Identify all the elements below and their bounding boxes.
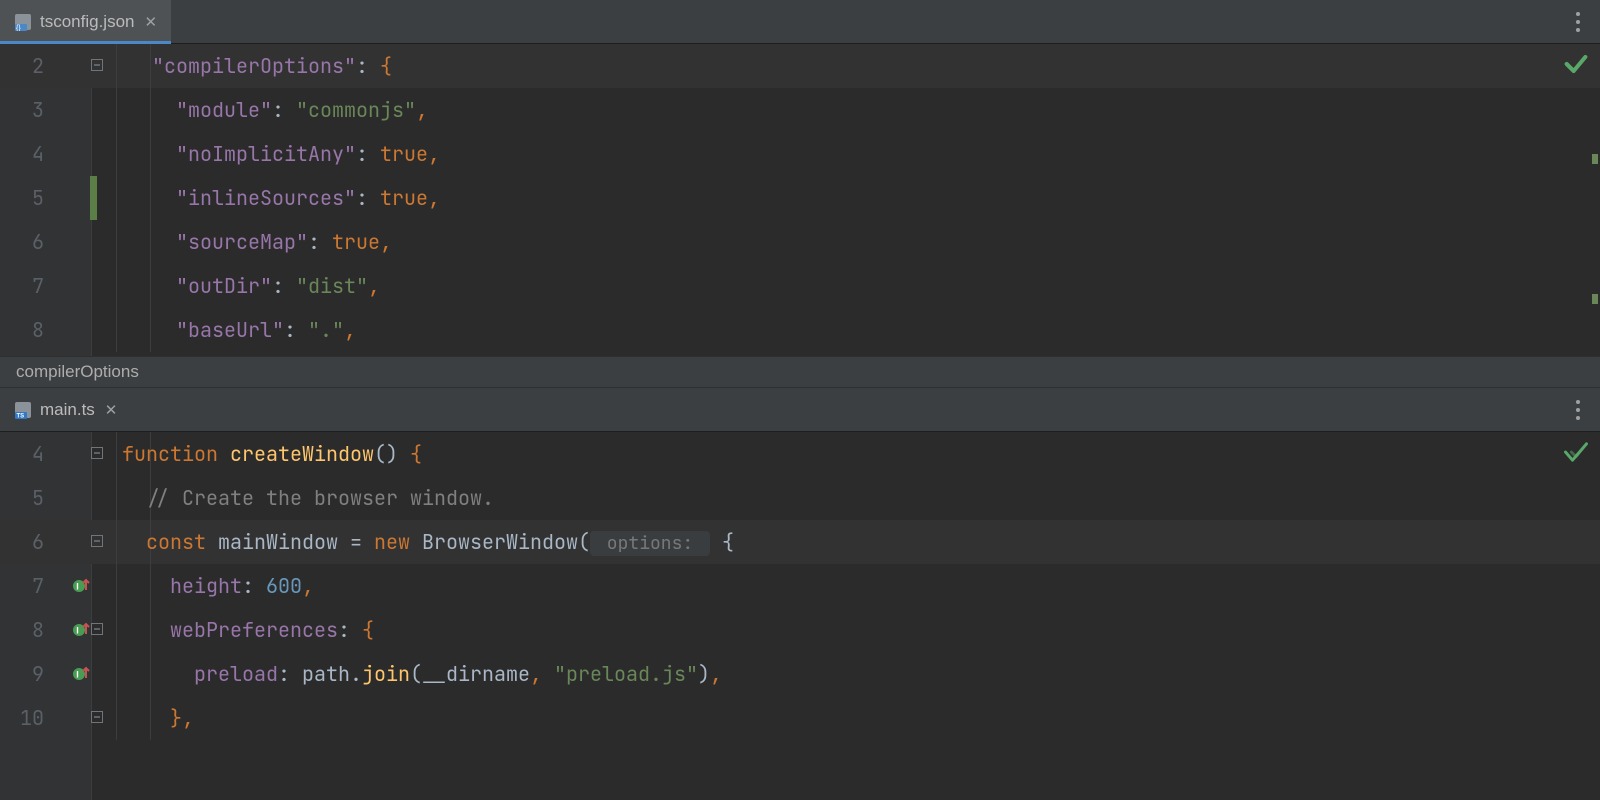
code-content[interactable]: "compilerOptions": { — [92, 53, 392, 79]
code-line[interactable]: 8 I webPreferences: { — [0, 608, 1600, 652]
tabbar-top: {} tsconfig.json ✕ — [0, 0, 1600, 44]
implements-icon[interactable]: I — [72, 576, 92, 596]
tab-more-button[interactable] — [1556, 0, 1600, 43]
tab-more-button[interactable] — [1556, 388, 1600, 431]
implements-icon[interactable]: I — [72, 664, 92, 684]
gutter-markers: I — [50, 620, 92, 640]
code-content[interactable]: webPreferences: { — [92, 617, 374, 643]
line-number: 4 — [0, 441, 50, 467]
breadcrumb-item[interactable]: compilerOptions — [16, 362, 139, 382]
code-content[interactable]: "noImplicitAny": true, — [92, 141, 440, 167]
line-number: 9 — [0, 661, 50, 687]
code-content[interactable]: "sourceMap": true, — [92, 229, 392, 255]
code-content[interactable]: "baseUrl": ".", — [92, 317, 356, 343]
ts-file-icon: TS — [14, 401, 32, 419]
tab-main-ts[interactable]: TS main.ts ✕ — [0, 388, 131, 431]
line-number: 4 — [0, 141, 50, 167]
fold-toggle-icon[interactable] — [90, 447, 104, 461]
gutter-markers: I — [50, 576, 92, 596]
gutter-markers: I — [50, 664, 92, 684]
code-line[interactable]: 2 "compilerOptions": { — [0, 44, 1600, 88]
code-line[interactable]: 5 "inlineSources": true, — [0, 176, 1600, 220]
code-content[interactable]: preload: path.join(__dirname, "preload.j… — [92, 661, 722, 687]
code-line[interactable]: 4 "noImplicitAny": true, — [0, 132, 1600, 176]
code-content[interactable]: const mainWindow = new BrowserWindow( op… — [92, 529, 734, 555]
line-number: 6 — [0, 529, 50, 555]
line-number: 2 — [0, 53, 50, 79]
code-line[interactable]: 4 function createWindow() { — [0, 432, 1600, 476]
inspection-ok-icon[interactable] — [1562, 50, 1590, 84]
close-icon[interactable]: ✕ — [105, 401, 118, 419]
tab-filename: tsconfig.json — [40, 12, 135, 32]
code-line[interactable]: 6 "sourceMap": true, — [0, 220, 1600, 264]
fold-end-icon[interactable] — [90, 711, 104, 725]
fold-toggle-icon[interactable] — [90, 623, 104, 637]
vcs-change-stripe[interactable] — [90, 176, 97, 220]
code-content[interactable]: }, — [92, 705, 194, 731]
line-number: 5 — [0, 185, 50, 211]
svg-text:I: I — [76, 582, 79, 592]
line-number: 8 — [0, 317, 50, 343]
code-line[interactable]: 6 const mainWindow = new BrowserWindow( … — [0, 520, 1600, 564]
tab-tsconfig[interactable]: {} tsconfig.json ✕ — [0, 0, 171, 43]
tabbar-bottom: TS main.ts ✕ — [0, 388, 1600, 432]
line-number: 7 — [0, 273, 50, 299]
line-number: 8 — [0, 617, 50, 643]
code-line[interactable]: 5 // Create the browser window. — [0, 476, 1600, 520]
line-number: 10 — [0, 705, 50, 731]
inspection-ok-outline-icon[interactable] — [1562, 438, 1590, 472]
code-line[interactable]: 10 }, — [0, 696, 1600, 740]
implements-icon[interactable]: I — [72, 620, 92, 640]
fold-toggle-icon[interactable] — [90, 59, 104, 73]
code-content[interactable]: "module": "commonjs", — [92, 97, 428, 123]
line-number: 7 — [0, 573, 50, 599]
svg-text:TS: TS — [17, 413, 25, 419]
fold-toggle-icon[interactable] — [90, 535, 104, 549]
code-line[interactable]: 8 "baseUrl": ".", — [0, 308, 1600, 352]
json-file-icon: {} — [14, 13, 32, 31]
code-line[interactable]: 9 I preload: path.join(__dirname, "preloa… — [0, 652, 1600, 696]
code-content[interactable]: "outDir": "dist", — [92, 273, 380, 299]
code-content[interactable]: function createWindow() { — [92, 441, 422, 467]
code-content[interactable]: "inlineSources": true, — [92, 185, 440, 211]
code-content[interactable]: height: 600, — [92, 573, 314, 599]
breadcrumb-bar[interactable]: compilerOptions — [0, 356, 1600, 388]
svg-text:I: I — [76, 670, 79, 680]
line-number: 6 — [0, 229, 50, 255]
tab-filename: main.ts — [40, 400, 95, 420]
line-number: 3 — [0, 97, 50, 123]
close-icon[interactable]: ✕ — [145, 13, 158, 31]
editor-bottom-pane[interactable]: 4 function createWindow() { 5 // Create th… — [0, 432, 1600, 800]
code-line[interactable]: 7 I height: 600, — [0, 564, 1600, 608]
svg-text:{}: {} — [16, 25, 21, 31]
svg-text:I: I — [76, 626, 79, 636]
code-line[interactable]: 3 "module": "commonjs", — [0, 88, 1600, 132]
code-line[interactable]: 7 "outDir": "dist", — [0, 264, 1600, 308]
line-number: 5 — [0, 485, 50, 511]
editor-top-pane[interactable]: 2 "compilerOptions": { 3 "module": "common… — [0, 44, 1600, 356]
code-content[interactable]: // Create the browser window. — [92, 485, 494, 511]
